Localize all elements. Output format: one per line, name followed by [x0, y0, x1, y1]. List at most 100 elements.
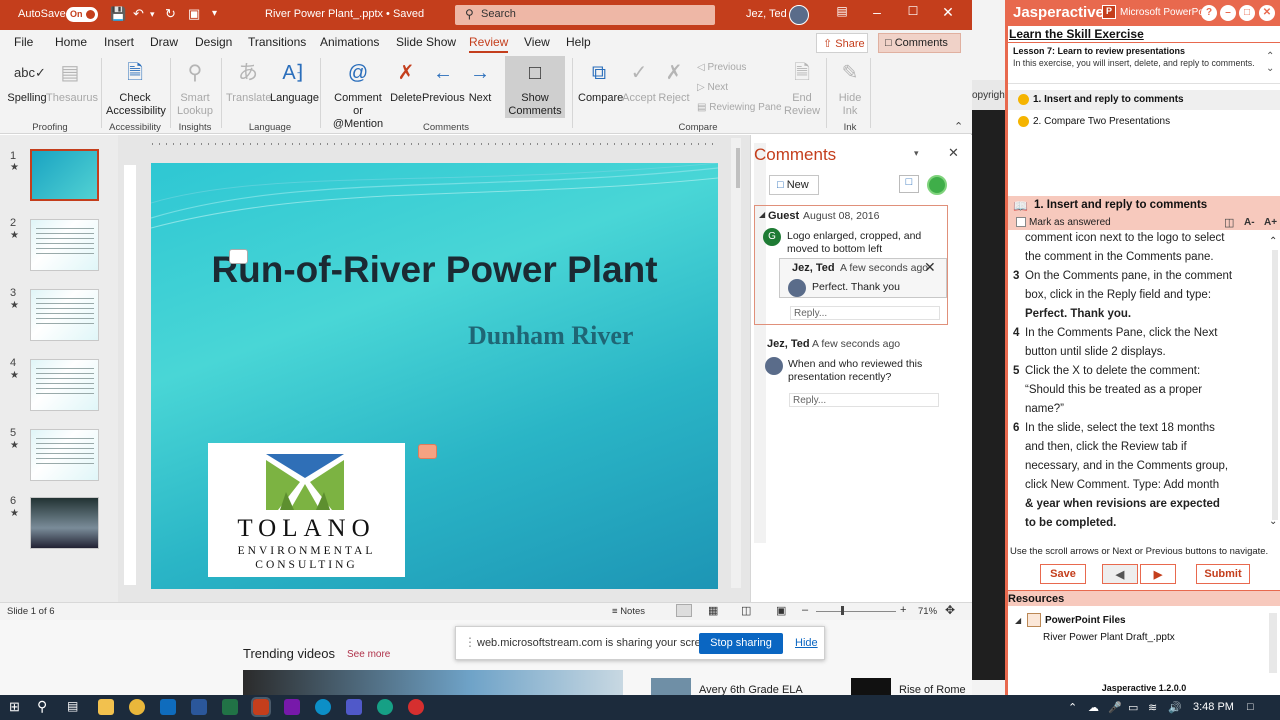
show-markup-icon[interactable]: □ [899, 175, 919, 193]
resources-scrollbar[interactable] [1269, 613, 1277, 673]
clock[interactable]: 3:48 PM [1193, 701, 1234, 713]
chrome-icon[interactable] [129, 699, 145, 715]
customize-qat-icon[interactable]: ▾ [212, 8, 217, 19]
slide-thumbnail-2[interactable] [30, 219, 99, 271]
slide-thumbnail-4[interactable] [30, 359, 99, 411]
user-avatar[interactable] [789, 5, 809, 25]
stop-sharing-button[interactable]: Stop sharing [699, 633, 783, 654]
translate-button[interactable]: あ Translate [226, 60, 271, 105]
zoom-out-icon[interactable]: – [802, 604, 808, 616]
edge-dev-icon[interactable] [377, 699, 393, 715]
tray-chevron-icon[interactable]: ⌃ [1068, 701, 1077, 714]
close-icon[interactable]: ✕ [938, 4, 958, 21]
video-thumbnail[interactable] [651, 678, 691, 695]
reviewing-pane-button[interactable]: ▤ Reviewing Pane [697, 102, 782, 113]
word-icon[interactable] [191, 699, 207, 715]
save-button[interactable]: Save [1040, 564, 1086, 584]
next-button[interactable]: ▶ [1140, 564, 1176, 584]
tab-slide-show[interactable]: Slide Show [396, 35, 456, 49]
pane-options-icon[interactable]: ▾ [914, 148, 919, 159]
tab-transitions[interactable]: Transitions [248, 35, 306, 49]
company-logo[interactable]: TOLANO ENVIRONMENTAL CONSULTING [208, 443, 405, 577]
task-item-active[interactable]: 1. Insert and reply to comments [1008, 90, 1280, 110]
smart-lookup-button[interactable]: ⚲ Smart Lookup [172, 60, 218, 118]
instructions-scrollbar[interactable] [1272, 250, 1278, 520]
presence-avatar[interactable] [927, 175, 947, 195]
save-icon[interactable]: 💾 [110, 6, 126, 22]
excel-icon[interactable] [222, 699, 238, 715]
compare-previous-button[interactable]: ◁ Previous [697, 62, 746, 73]
tab-file[interactable]: File [14, 35, 33, 49]
accept-button[interactable]: ✓ Accept [622, 60, 656, 105]
user-name[interactable]: Jez, Ted [746, 8, 787, 20]
onedrive-icon[interactable]: ☁ [1088, 701, 1099, 714]
font-decrease-button[interactable]: A- [1244, 217, 1255, 228]
previous-comment-button[interactable]: ← Previous [422, 60, 465, 105]
volume-icon[interactable]: 🔊 [1168, 701, 1182, 714]
end-review-button[interactable]: 🗎 End Review [784, 60, 820, 118]
reading-view-icon[interactable]: ◫ [741, 604, 751, 617]
maximize-icon[interactable]: ☐ [903, 4, 923, 18]
task-item[interactable]: 2. Compare Two Presentations [1008, 112, 1280, 132]
zoom-level[interactable]: 71% [918, 606, 937, 617]
tab-view[interactable]: View [524, 35, 550, 49]
autosave-toggle[interactable]: On [66, 7, 98, 22]
microphone-icon[interactable]: 🎤 [1108, 701, 1122, 714]
tab-design[interactable]: Design [195, 35, 232, 49]
collapse-thread-icon[interactable]: ◢ [759, 210, 765, 219]
scroll-down-icon[interactable]: ⌄ [1266, 63, 1274, 74]
next-comment-button[interactable]: → Next [464, 60, 496, 105]
see-more-link[interactable]: See more [347, 649, 390, 660]
app-icon[interactable] [408, 699, 424, 715]
video-thumbnail[interactable] [851, 678, 891, 695]
teams-icon[interactable] [346, 699, 362, 715]
drag-handle-icon[interactable]: ⋮ [464, 635, 476, 649]
outlook-icon[interactable] [160, 699, 176, 715]
comment-thread[interactable]: ◢ Guest August 08, 2016 G Logo enlarged,… [754, 205, 948, 325]
slide-subtitle[interactable]: Dunham River [468, 321, 708, 351]
share-button[interactable]: ⇧ Share [816, 33, 868, 53]
notes-button[interactable]: ≡ Notes [612, 606, 645, 617]
tab-insert[interactable]: Insert [104, 35, 134, 49]
compare-next-button[interactable]: ▷ Next [697, 82, 728, 93]
edge-icon[interactable] [315, 699, 331, 715]
thesaurus-button[interactable]: ▤ Thesaurus [46, 60, 98, 105]
tab-home[interactable]: Home [55, 35, 87, 49]
windows-start-icon[interactable]: ⊞ [9, 699, 20, 715]
reply-input[interactable]: Reply... [790, 306, 940, 320]
font-increase-button[interactable]: A+ [1264, 217, 1277, 228]
resource-file[interactable]: River Power Plant Draft_.pptx [1043, 632, 1175, 643]
file-explorer-icon[interactable] [98, 699, 114, 715]
search-box[interactable]: ⚲ Search [455, 5, 715, 25]
pane-scrollbar[interactable] [754, 143, 766, 543]
comment-marker-icon[interactable] [229, 249, 248, 264]
redo-icon[interactable]: ↻ [165, 6, 176, 22]
powerpoint-icon[interactable] [251, 697, 271, 717]
tab-draw[interactable]: Draw [150, 35, 178, 49]
slideshow-view-icon[interactable]: ▣ [776, 604, 786, 617]
present-icon[interactable]: ▣ [188, 6, 200, 22]
restore-icon[interactable]: □ [1239, 5, 1255, 21]
new-comment-button[interactable]: □ New [769, 175, 819, 195]
comments-button[interactable]: □ Comments [878, 33, 961, 53]
slide-thumbnail-5[interactable] [30, 429, 99, 481]
reject-button[interactable]: ✗ Reject [657, 60, 691, 105]
pane-close-icon[interactable]: ✕ [948, 145, 959, 161]
slide-canvas[interactable]: Run-of-River Power Plant Dunham River TO… [151, 163, 718, 589]
search-icon[interactable]: ⚲ [37, 698, 47, 715]
zoom-slider-thumb[interactable] [841, 606, 844, 615]
undo-dropdown-icon[interactable]: ▾ [150, 9, 155, 20]
undo-icon[interactable]: ↶ [133, 6, 144, 22]
previous-button[interactable]: ◀ [1102, 564, 1138, 584]
normal-view-icon[interactable] [676, 604, 692, 617]
tab-review[interactable]: Review [469, 35, 509, 53]
tab-help[interactable]: Help [566, 35, 591, 49]
video-thumbnail[interactable] [243, 670, 623, 695]
spelling-button[interactable]: abc✓ Spelling [6, 60, 48, 105]
compare-button[interactable]: ⧉ Compare [578, 60, 623, 105]
submit-button[interactable]: Submit [1196, 564, 1250, 584]
delete-reply-icon[interactable]: ✕ [924, 259, 936, 276]
instructions-scroll-down-icon[interactable]: ⌄ [1269, 516, 1277, 527]
hide-ink-button[interactable]: ✎ Hide Ink [832, 60, 868, 118]
scroll-up-icon[interactable]: ⌃ [1266, 51, 1274, 62]
